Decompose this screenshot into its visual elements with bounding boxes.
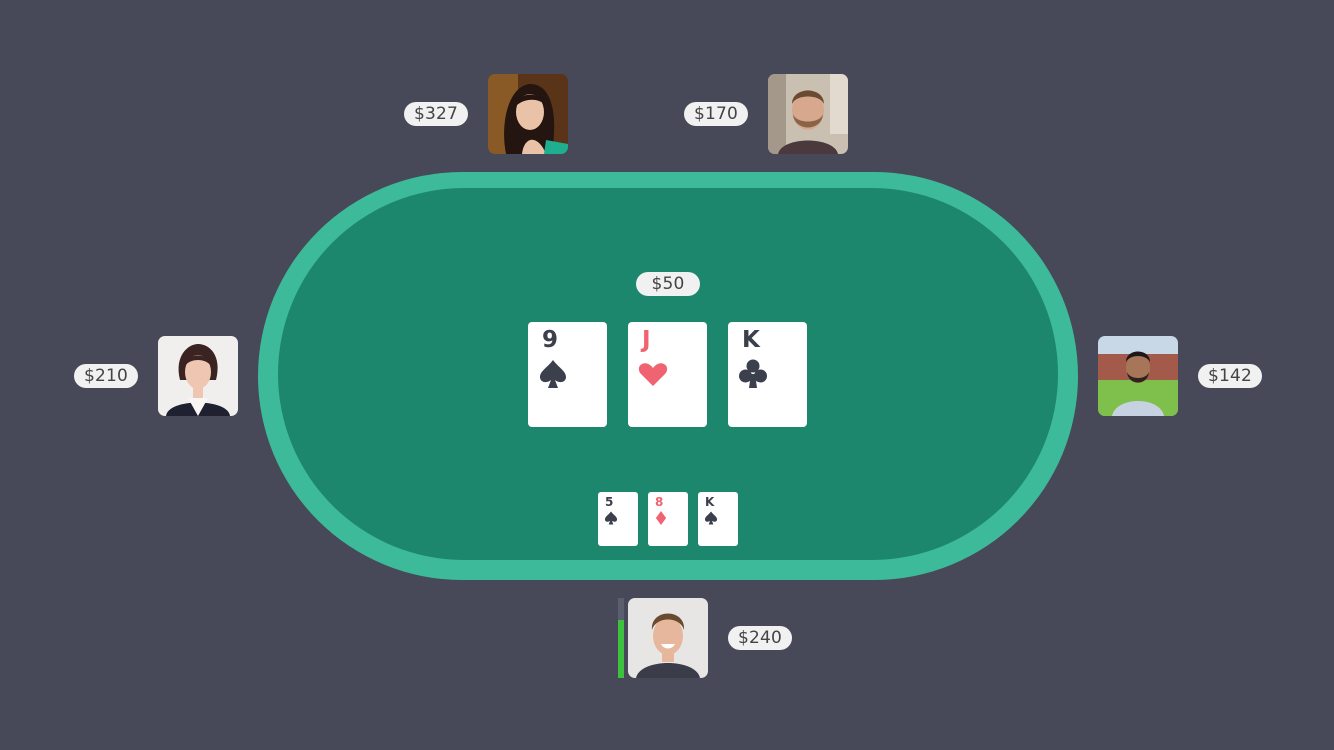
- player-avatar-top-left[interactable]: [488, 74, 568, 154]
- player-stack-hero: $240: [728, 626, 792, 650]
- player-stack-left: $210: [74, 364, 138, 388]
- player-avatar-hero[interactable]: [628, 598, 708, 678]
- player-stack-top-left: $327: [404, 102, 468, 126]
- player-stack-right: $142: [1198, 364, 1262, 388]
- card-rank: 8: [655, 495, 664, 509]
- player-avatar-left[interactable]: [158, 336, 238, 416]
- pot-amount: $50: [636, 272, 700, 296]
- community-card-1: 9: [528, 322, 607, 427]
- player-avatar-right[interactable]: [1098, 336, 1178, 416]
- turn-timer-bar: [618, 620, 624, 678]
- card-rank: J: [642, 327, 651, 353]
- spade-icon: [704, 510, 718, 530]
- card-rank: 5: [605, 495, 614, 509]
- community-card-3: K: [728, 322, 807, 427]
- hand-card-3[interactable]: K: [698, 492, 738, 546]
- diamond-icon: [654, 510, 668, 530]
- hand-card-2[interactable]: 8: [648, 492, 688, 546]
- spade-icon: [604, 510, 618, 530]
- hand-card-1[interactable]: 5: [598, 492, 638, 546]
- club-icon: [738, 358, 768, 394]
- card-rank: K: [705, 495, 715, 509]
- spade-icon: [538, 358, 568, 394]
- player-stack-top-right: $170: [684, 102, 748, 126]
- community-card-2: J: [628, 322, 707, 427]
- player-avatar-top-right[interactable]: [768, 74, 848, 154]
- card-rank: 9: [542, 327, 559, 353]
- card-rank: K: [742, 327, 760, 353]
- heart-icon: [638, 358, 668, 394]
